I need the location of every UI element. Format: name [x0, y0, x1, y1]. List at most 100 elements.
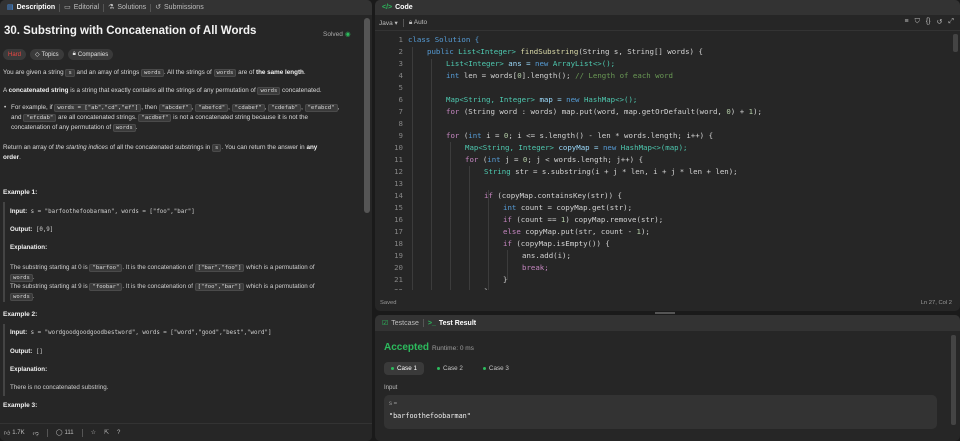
input-value: s = "barfoothefoobarman", words = ["foo"…: [27, 209, 195, 215]
code-token: new: [602, 143, 621, 152]
line-number: 13: [394, 179, 403, 188]
inline-code: words: [213, 69, 237, 77]
tab-description[interactable]: ▤ Description: [3, 4, 59, 11]
description-scrollbar[interactable]: [364, 18, 370, 213]
companies-label: Companies: [77, 51, 109, 58]
code-line: }: [484, 287, 488, 290]
description-panel: ▤ Description ▭ Editorial ⚗ Solutions ↺ …: [0, 0, 372, 441]
inline-code: s: [65, 69, 75, 77]
code-token: ArrayList<>();: [552, 59, 616, 68]
thumbs-down-icon: 👎︎: [32, 430, 39, 437]
input-value: "barfoothefoobarman": [389, 412, 471, 420]
help-button[interactable]: ?: [117, 430, 120, 436]
case-tab-3[interactable]: Case 3: [476, 362, 516, 375]
output-label: Output:: [10, 348, 33, 355]
result-scrollbar[interactable]: [951, 335, 956, 425]
explanation-label: Explanation:: [10, 244, 48, 251]
tab-editorial[interactable]: ▭ Editorial: [60, 4, 103, 11]
comments-button[interactable]: ◯ 111: [56, 429, 74, 437]
inline-code: "acdbef": [138, 114, 172, 122]
code-token: ; i <= s.length() - len * words.length; …: [508, 131, 714, 140]
line-number: 6: [398, 95, 403, 104]
tab-code[interactable]: </> Code: [378, 4, 417, 11]
auto-mode-toggle[interactable]: 🔒︎ Auto: [409, 19, 427, 27]
code-panel: </> Code Java ▾ 🔒︎ Auto ≡ ⛉ {} ↺ ⤢ 1 2 3…: [375, 0, 960, 311]
example-2-explanation: There is no concatenated substring.: [10, 384, 109, 391]
tab-solutions[interactable]: ⚗ Solutions: [104, 4, 150, 11]
line-number: 16: [394, 215, 403, 224]
code-editor[interactable]: 1 2 3 4 5 6 7 8 9 10 11 12 13 14 15 16 1…: [375, 35, 960, 290]
favorite-button[interactable]: ☆: [91, 429, 96, 436]
line-number: 5: [398, 83, 403, 92]
example-2-output: Output: []: [10, 348, 43, 355]
line-number: 18: [394, 239, 403, 248]
pass-dot-icon: [436, 367, 440, 370]
code-token: ; j < words.length; j++) {: [527, 155, 644, 164]
line-number: 21: [394, 275, 403, 284]
pass-dot-icon: [482, 367, 486, 370]
inline-code: "barfoo": [89, 264, 123, 272]
language-select[interactable]: Java ▾: [379, 19, 398, 27]
case-tab-1[interactable]: Case 1: [384, 362, 424, 375]
braces-icon[interactable]: {}: [926, 18, 931, 26]
line-number: 2: [398, 47, 403, 56]
code-token: map =: [539, 95, 567, 104]
input-label: Input:: [10, 329, 28, 336]
notes-icon[interactable]: ≡: [904, 18, 908, 26]
share-button[interactable]: ⇱: [104, 429, 109, 436]
input-box: s = "barfoothefoobarman": [384, 395, 937, 429]
topics-button[interactable]: ◇ Topics: [30, 49, 64, 60]
dislike-button[interactable]: 👎︎: [33, 429, 39, 437]
indent-guide: [469, 166, 470, 290]
tab-testcase[interactable]: ☑ Testcase: [378, 320, 423, 327]
text: .: [32, 274, 35, 281]
code-token: class Solution {: [408, 35, 480, 44]
text: . All the strings of: [163, 69, 214, 76]
reset-icon[interactable]: ↺: [937, 18, 943, 26]
text: ,: [301, 104, 303, 111]
code-token: );: [640, 227, 650, 236]
example-2-heading: Example 2:: [3, 311, 38, 318]
code-token: ].length();: [521, 71, 576, 80]
panel-resize-handle[interactable]: [655, 312, 675, 314]
text: ,: [264, 104, 267, 111]
text: . It is the concatenation of: [122, 283, 195, 290]
code-line: Map<String, Integer> copyMap = new HashM…: [465, 143, 688, 152]
text: and: [11, 114, 24, 121]
solutions-icon: ⚗: [108, 4, 115, 11]
case-label: Case 2: [442, 365, 463, 372]
companies-button[interactable]: 🔒︎ Companies: [67, 49, 114, 60]
help-icon: ?: [116, 429, 121, 436]
submissions-icon: ↺: [155, 4, 162, 11]
checkbox-icon: ☑: [382, 319, 389, 327]
code-token: for: [465, 155, 483, 164]
line-number: 10: [394, 143, 403, 152]
bold-text: order: [3, 154, 20, 161]
tab-label: Code: [395, 4, 413, 11]
cursor-position: Ln 27, Col 2: [920, 300, 952, 306]
code-token: HashMap<>();: [583, 95, 638, 104]
text: is not a concatenated string because it …: [171, 114, 308, 121]
bold-text: any: [306, 144, 318, 151]
expand-icon[interactable]: ⤢: [948, 18, 954, 26]
tab-test-result[interactable]: >_ Test Result: [424, 320, 480, 327]
inline-code: "abcdef": [158, 104, 192, 112]
inline-code: "abefcd": [195, 104, 229, 112]
pass-dot-icon: [391, 367, 394, 370]
tab-submissions[interactable]: ↺ Submissions: [151, 4, 208, 11]
code-line: String str = s.substring(i + j * len, i …: [484, 167, 738, 176]
line-number: 8: [398, 119, 403, 128]
example-1-input: Input: s = "barfoothefoobarman", words =…: [10, 208, 195, 215]
case-tab-2[interactable]: Case 2: [430, 362, 470, 375]
code-line: Map<String, Integer> map = new HashMap<>…: [446, 95, 637, 104]
code-token: count = copyMap.get(str);: [520, 203, 633, 212]
bookmark-icon[interactable]: ⛉: [915, 18, 920, 26]
description-icon: ▤: [7, 4, 14, 11]
code-icon: </>: [382, 4, 393, 11]
text: .: [32, 293, 35, 300]
code-token: public: [427, 47, 459, 56]
code-token: String: [484, 167, 516, 176]
editor-status-bar: Saved Ln 27, Col 2: [375, 296, 960, 311]
mode-label: Auto: [413, 18, 428, 26]
like-button[interactable]: 👍︎ 1.7K: [4, 429, 25, 437]
